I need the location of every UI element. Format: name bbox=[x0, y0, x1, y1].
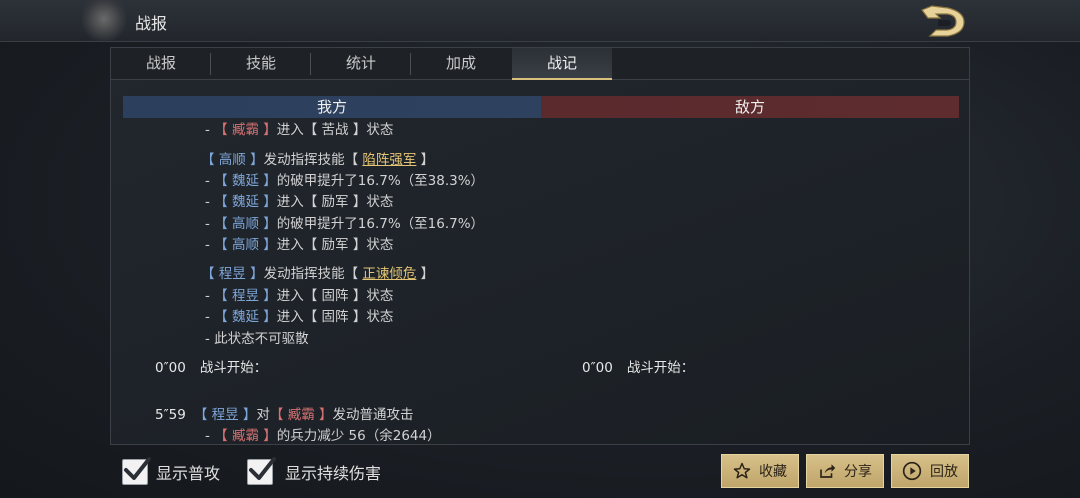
show-dot-toggle[interactable]: 显示持续伤害 bbox=[247, 457, 381, 487]
skill-link[interactable]: 陷阵强军 bbox=[362, 152, 416, 168]
play-icon bbox=[902, 461, 922, 481]
share-button[interactable]: 分享 bbox=[806, 454, 884, 488]
skill-link[interactable]: 正谏倾危 bbox=[362, 266, 416, 282]
general-portrait-icon bbox=[82, 0, 126, 42]
log-line: - 【 臧霸 】进入【 苦战 】状态 bbox=[205, 122, 394, 138]
log-line: - 【 程昱 】进入【 固阵 】状态 bbox=[205, 288, 394, 304]
tab-battle-report[interactable]: 战报 bbox=[111, 48, 211, 80]
star-icon bbox=[733, 462, 751, 479]
page-title: 战报 bbox=[135, 14, 168, 33]
log-line: - 【 高顺 】的破甲提升了16.7%（至16.7%） bbox=[205, 216, 485, 232]
battle-log[interactable]: - 【 臧霸 】进入【 苦战 】状态 【 高顺 】发动指挥技能【 陷阵强军 】 … bbox=[111, 120, 969, 444]
log-line: - 【 臧霸 】的兵力减少 56（余2644） bbox=[205, 428, 441, 444]
log-line: 【 程昱 】发动指挥技能【 正谏倾危 】 bbox=[201, 266, 435, 282]
checkbox[interactable] bbox=[122, 457, 151, 485]
battle-record-panel: 战报 技能 统计 加成 战记 我方 敌方 - 【 臧霸 】进入【 苦战 】状态 … bbox=[110, 47, 970, 445]
checkbox-label: 显示持续伤害 bbox=[285, 464, 382, 483]
checkmark-icon bbox=[124, 457, 151, 480]
tab-bonus[interactable]: 加成 bbox=[411, 48, 511, 80]
checkbox[interactable] bbox=[247, 457, 276, 485]
log-line: - 【 魏延 】进入【 励军 】状态 bbox=[205, 194, 394, 210]
our-side-header: 我方 bbox=[123, 96, 541, 118]
tab-skills[interactable]: 技能 bbox=[211, 48, 311, 80]
share-icon bbox=[820, 464, 836, 478]
tab-bar: 战报 技能 统计 加成 战记 bbox=[111, 48, 969, 80]
back-button[interactable] bbox=[918, 2, 970, 40]
tab-battle-log[interactable]: 战记 bbox=[512, 48, 612, 80]
show-normal-attack-toggle[interactable]: 显示普攻 bbox=[122, 457, 220, 487]
top-bar: 战报 bbox=[0, 0, 1080, 42]
log-line: - 【 魏延 】的破甲提升了16.7%（至38.3%） bbox=[205, 173, 485, 189]
log-line: - 【 魏延 】进入【 固阵 】状态 bbox=[205, 309, 394, 325]
replay-button[interactable]: 回放 bbox=[891, 454, 969, 488]
enemy-side-header: 敌方 bbox=[541, 96, 959, 118]
log-line: - 【 高顺 】进入【 励军 】状态 bbox=[205, 237, 394, 253]
log-line: 0″00 战斗开始： bbox=[155, 360, 268, 376]
log-line: 5″59 【 程昱 】对【 臧霸 】发动普通攻击 bbox=[155, 407, 414, 423]
favorite-button[interactable]: 收藏 bbox=[721, 454, 799, 488]
dragon-back-icon bbox=[921, 5, 965, 37]
log-line: 0″00 战斗开始： bbox=[582, 360, 695, 376]
checkmark-icon bbox=[249, 457, 276, 480]
tab-statistics[interactable]: 统计 bbox=[311, 48, 411, 80]
log-line: - 此状态不可驱散 bbox=[205, 331, 309, 347]
checkbox-label: 显示普攻 bbox=[156, 464, 221, 483]
log-line: 【 高顺 】发动指挥技能【 陷阵强军 】 bbox=[201, 152, 435, 168]
